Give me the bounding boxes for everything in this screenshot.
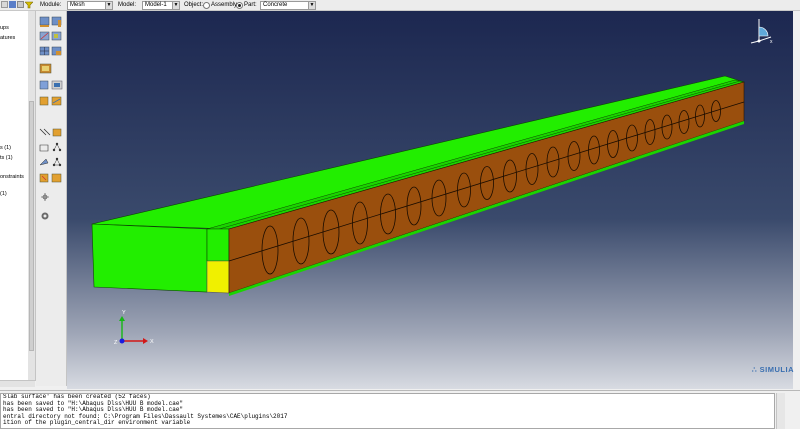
context-bar: Module: Mesh ▼ Model: Model-1 ▼ Object: … — [0, 0, 800, 11]
open-icon[interactable] — [1, 1, 8, 8]
partition-cell-icon[interactable] — [39, 96, 49, 106]
node-icon[interactable] — [52, 142, 62, 152]
model-canvas[interactable]: x Y X Z — [67, 11, 793, 389]
assembly-label: Assembly — [211, 2, 238, 8]
selected-face-highlight[interactable] — [206, 260, 230, 294]
model-label: Model: — [118, 2, 137, 8]
toolbar-icons — [0, 0, 36, 10]
print-icon[interactable] — [17, 1, 24, 8]
model-tree: ups atures s (1) ts (1) onstraints (1) — [0, 11, 29, 381]
element-type-icon[interactable] — [51, 31, 62, 41]
viewport-scrollbar — [793, 11, 800, 389]
settings-icon[interactable] — [41, 212, 49, 220]
tree-item[interactable]: (1) — [0, 191, 7, 198]
mesh-part-icon[interactable] — [39, 46, 50, 56]
axis-triad-icon: Y X Z — [114, 310, 154, 346]
partition-edge-icon[interactable] — [39, 80, 49, 90]
module-select[interactable]: Mesh ▼ — [67, 1, 113, 10]
tree-item[interactable]: ts (1) — [0, 155, 13, 162]
tree-scrollbar[interactable] — [28, 11, 36, 381]
node-edit-icon[interactable] — [52, 157, 62, 167]
message-line: ition of the plugin_central_dir environm… — [3, 419, 191, 427]
datum-icon[interactable] — [51, 96, 62, 106]
delete-mesh-icon[interactable] — [51, 173, 62, 183]
part-select[interactable]: Concrete ▼ — [260, 1, 316, 10]
model-value: Model-1 — [145, 2, 167, 8]
mesh-controls-icon[interactable] — [39, 31, 50, 41]
assembly-radio[interactable] — [203, 2, 210, 9]
mesh-region-icon[interactable] — [51, 46, 62, 56]
view-cube-icon[interactable]: x — [750, 19, 773, 45]
associate-icon[interactable] — [39, 173, 49, 183]
chevron-down-icon: ▼ — [172, 2, 179, 9]
query-icon[interactable] — [41, 193, 49, 201]
toolbox — [36, 11, 67, 386]
module-label: Module: — [40, 2, 62, 8]
scroll-thumb[interactable] — [29, 101, 34, 351]
triad-y-label: Y — [122, 310, 126, 316]
tree-item[interactable]: s (1) — [0, 145, 11, 152]
message-scrollbar[interactable] — [776, 393, 785, 429]
verify-mesh-icon[interactable] — [39, 63, 52, 74]
element-edit-icon[interactable] — [39, 158, 49, 166]
tree-item[interactable]: onstraints — [0, 174, 24, 181]
part-radio[interactable] — [236, 2, 243, 9]
toolbox-icons — [39, 16, 63, 220]
triad-z-label: Z — [114, 340, 118, 346]
filter-icon[interactable] — [24, 1, 34, 9]
chevron-down-icon: ▼ — [308, 2, 315, 9]
part-value: Concrete — [263, 2, 288, 8]
slab-end-face[interactable] — [91, 223, 208, 293]
seed-part-icon[interactable] — [39, 16, 50, 27]
edit-mesh-icon[interactable] — [39, 144, 49, 152]
simulia-logo: ∴ SIMULIA — [751, 365, 794, 374]
virtual-topology-icon[interactable] — [39, 128, 51, 136]
chevron-down-icon: ▼ — [105, 2, 112, 9]
tree-item[interactable]: ups — [0, 25, 9, 32]
view-cube-label: x — [770, 39, 773, 45]
save-icon[interactable] — [9, 1, 16, 8]
message-area: Slab surface' has been created (52 faces… — [0, 390, 800, 429]
tree-hscrollbar[interactable] — [0, 380, 35, 387]
model-select[interactable]: Model-1 ▼ — [142, 1, 180, 10]
triad-x-label: X — [150, 339, 154, 345]
tree-item[interactable]: atures — [0, 35, 15, 42]
object-label: Object: — [184, 2, 204, 8]
viewport[interactable]: x Y X Z — [67, 11, 793, 389]
seed-edge-icon[interactable] — [51, 16, 62, 27]
partition-face-icon[interactable] — [51, 80, 63, 90]
part-label: Part: — [244, 2, 257, 8]
merge-icon[interactable] — [52, 128, 62, 137]
module-value: Mesh — [70, 2, 85, 8]
slab-end-strip[interactable] — [206, 228, 230, 262]
message-log[interactable]: Slab surface' has been created (52 faces… — [0, 393, 775, 429]
